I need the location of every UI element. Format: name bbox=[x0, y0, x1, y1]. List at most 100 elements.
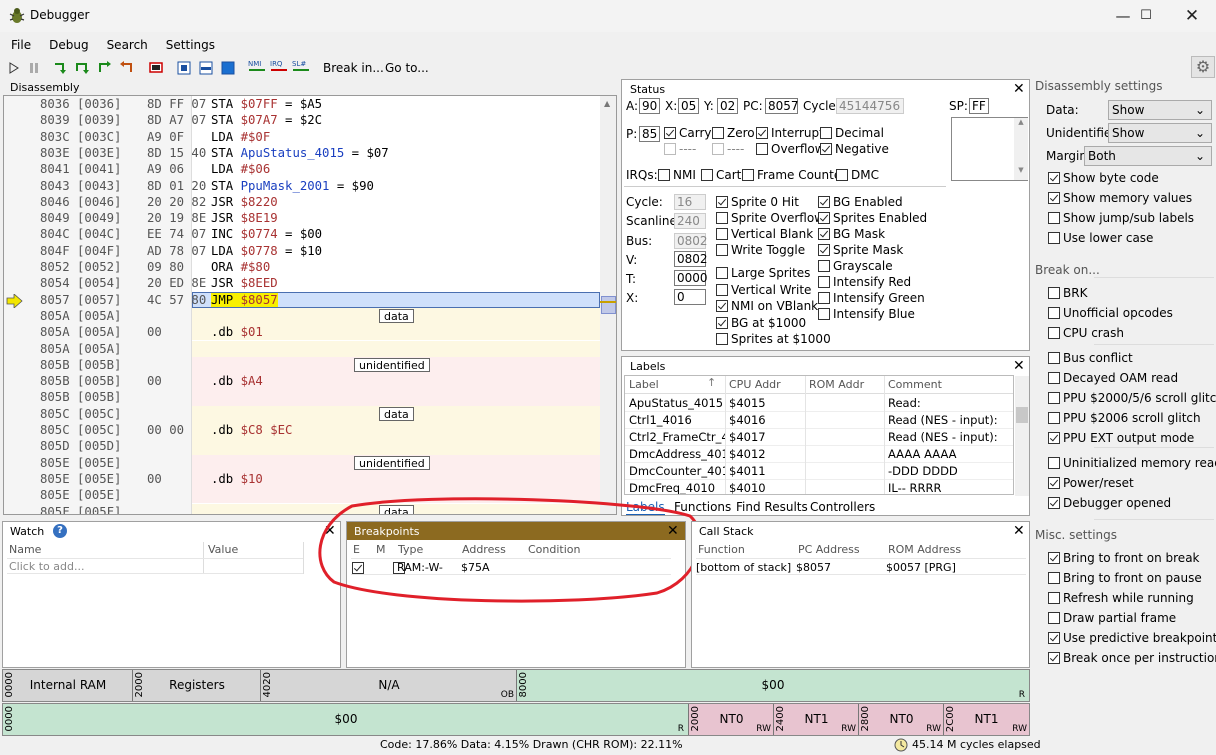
flag-carry[interactable]: Carry bbox=[664, 125, 712, 141]
ppu-flag-option[interactable]: Sprites at $1000 bbox=[716, 331, 831, 347]
disassembly-scroll-thumb[interactable] bbox=[601, 296, 616, 314]
ppu-render-flag-option[interactable]: Sprite Mask bbox=[818, 242, 903, 258]
disassembly-row[interactable]: 805C [005C] 00 00 .db $C8 $EC bbox=[4, 422, 616, 439]
irq-dmc-checkbox[interactable] bbox=[836, 169, 848, 181]
ppu-render-flag-option[interactable]: Intensify Green bbox=[818, 290, 925, 306]
break-setting-option[interactable]: PPU $2000/5/6 scroll glitch bbox=[1048, 390, 1216, 406]
ppu-render-flag-checkbox[interactable] bbox=[818, 308, 830, 320]
disassembly-row[interactable]: 805D [005D] bbox=[4, 438, 616, 455]
break-setting-checkbox[interactable] bbox=[1048, 327, 1060, 339]
break-setting-checkbox[interactable] bbox=[1048, 477, 1060, 489]
bp-col-mark[interactable]: M bbox=[376, 543, 386, 556]
label-row[interactable]: DmcAddress_4012 $4012 AAAA AAAA bbox=[625, 446, 1013, 463]
ppu-render-flag-checkbox[interactable] bbox=[818, 292, 830, 304]
labels-scrollbar[interactable] bbox=[1015, 376, 1029, 496]
misc-setting-option[interactable]: Break once per instruction bbox=[1048, 650, 1216, 666]
flag-carry-checkbox[interactable] bbox=[664, 127, 676, 139]
ppu-flag-option[interactable]: Vertical Blank bbox=[716, 226, 813, 242]
scroll-up-icon[interactable]: ▲ bbox=[604, 99, 610, 108]
run-ppu-frame-icon[interactable] bbox=[148, 60, 164, 76]
disassembly-row[interactable]: 805C [005C] data bbox=[4, 405, 616, 422]
disassembly-scrollbar[interactable]: ▲ bbox=[600, 96, 616, 514]
disasm-setting-checkbox[interactable] bbox=[1048, 192, 1060, 204]
fine-x-field[interactable]: 0 bbox=[674, 289, 706, 305]
flag-zero-checkbox[interactable] bbox=[712, 127, 724, 139]
misc-setting-option[interactable]: Refresh while running bbox=[1048, 590, 1194, 606]
ppu-flag-checkbox[interactable] bbox=[716, 283, 728, 296]
maximize-button[interactable]: ☐ bbox=[1123, 0, 1169, 32]
irq-cart-checkbox[interactable] bbox=[701, 169, 713, 181]
label-row[interactable]: Ctrl1_4016 $4016 Read (NES - input): bbox=[625, 412, 1013, 429]
break-setting-option[interactable]: Debugger opened bbox=[1048, 495, 1171, 511]
break-scanline-button[interactable]: SL# bbox=[292, 60, 306, 68]
disassembly-row[interactable]: 805E [005E] unidentified bbox=[4, 454, 616, 471]
ppu-flag-option[interactable]: Vertical Write bbox=[716, 282, 811, 298]
ppu-render-flag-option[interactable]: BG Enabled bbox=[818, 194, 903, 210]
close-button[interactable]: ✕ bbox=[1169, 0, 1215, 32]
ppu-flag-checkbox[interactable] bbox=[716, 244, 728, 256]
disassembly-row[interactable]: 8049 [0049] 20 19 8E JSR $8E19 bbox=[4, 210, 616, 226]
mem-nt0-a[interactable]: 2000 NT0 RW bbox=[689, 704, 774, 735]
ppu-render-flag-checkbox[interactable] bbox=[818, 276, 830, 288]
misc-setting-checkbox[interactable] bbox=[1048, 612, 1060, 624]
run-frame-icon[interactable] bbox=[220, 60, 236, 76]
cs-col-function[interactable]: Function bbox=[698, 543, 745, 556]
pause-icon[interactable] bbox=[26, 60, 42, 76]
tab-controllers[interactable]: Controllers bbox=[810, 500, 875, 514]
disassembly-row[interactable]: 805E [005E] bbox=[4, 487, 616, 504]
disassembly-row[interactable]: 805A [005A] bbox=[4, 340, 616, 357]
disasm-setting-checkbox[interactable] bbox=[1048, 172, 1060, 184]
tab-functions[interactable]: Functions bbox=[674, 500, 731, 514]
break-setting-option[interactable]: PPU $2006 scroll glitch bbox=[1048, 410, 1201, 426]
ppu-flag-option[interactable]: Sprite Overflow bbox=[716, 210, 824, 226]
disassembly-row[interactable]: 805F [005F] data bbox=[4, 503, 616, 514]
break-nmi-button[interactable]: NMI bbox=[248, 60, 261, 68]
watch-close-icon[interactable]: ✕ bbox=[324, 524, 336, 538]
break-setting-checkbox[interactable] bbox=[1048, 287, 1060, 299]
break-setting-option[interactable]: PPU EXT output mode bbox=[1048, 430, 1194, 446]
disassembly-row[interactable]: 8043 [0043] 8D 01 20 STA PpuMask_2001 = $9… bbox=[4, 178, 616, 194]
help-icon[interactable]: ? bbox=[53, 524, 67, 538]
mem-registers[interactable]: 2000 Registers bbox=[133, 670, 261, 701]
ppu-render-flag-option[interactable]: BG Mask bbox=[818, 226, 885, 242]
misc-setting-checkbox[interactable] bbox=[1048, 572, 1060, 584]
ppu-flag-checkbox[interactable] bbox=[716, 196, 728, 208]
labels-col-label[interactable]: Label bbox=[629, 378, 659, 391]
breakpoint-row[interactable]: RAM:-W- $75A bbox=[351, 558, 671, 575]
margin-select[interactable]: Both ⌄ bbox=[1084, 146, 1212, 166]
ppu-flag-option[interactable]: Write Toggle bbox=[716, 242, 805, 258]
ppu-flag-checkbox[interactable] bbox=[716, 212, 728, 224]
disasm-setting-option[interactable]: Show byte code bbox=[1048, 170, 1159, 186]
labels-col-cpu-addr[interactable]: CPU Addr bbox=[729, 378, 781, 391]
bp-col-type[interactable]: Type bbox=[398, 543, 423, 556]
break-setting-option[interactable]: Decayed OAM read bbox=[1048, 370, 1178, 386]
labels-col-rom-addr[interactable]: ROM Addr bbox=[809, 378, 864, 391]
sp-field[interactable]: FF bbox=[969, 98, 989, 114]
goto-button[interactable]: Go to... bbox=[385, 60, 429, 76]
step-out-icon[interactable] bbox=[96, 60, 112, 76]
p-register-field[interactable]: 85 bbox=[639, 126, 660, 142]
disassembly-row[interactable]: 8041 [0041] A9 06 LDA #$06 bbox=[4, 161, 616, 177]
irq-cart[interactable]: Cart bbox=[701, 167, 741, 183]
flag-zero[interactable]: Zero bbox=[712, 125, 755, 141]
flag-overflow-checkbox[interactable] bbox=[756, 143, 768, 155]
ppu-memory-map[interactable]: 0000 $00 R 2000 NT0 RW 2400 NT1 RW 2800 … bbox=[2, 703, 1030, 736]
disassembly-row[interactable]: 803E [003E] 8D 15 40 STA ApuStatus_4015 = … bbox=[4, 145, 616, 161]
menu-debug[interactable]: Debug bbox=[38, 36, 95, 54]
disassembly-row[interactable]: 804F [004F] AD 78 07 LDA $0778 = $10 bbox=[4, 243, 616, 259]
bp-col-address[interactable]: Address bbox=[462, 543, 506, 556]
disassembly-row[interactable]: 804C [004C] EE 74 07 INC $0774 = $00 bbox=[4, 226, 616, 242]
bp-enabled-checkbox[interactable] bbox=[352, 562, 364, 574]
ppu-render-flag-option[interactable]: Sprites Enabled bbox=[818, 210, 927, 226]
break-setting-checkbox[interactable] bbox=[1048, 457, 1060, 469]
misc-setting-option[interactable]: Use predictive breakpoints bbox=[1048, 630, 1216, 646]
menu-settings[interactable]: Settings bbox=[155, 36, 222, 54]
gear-icon[interactable]: ⚙ bbox=[1191, 56, 1215, 78]
menu-file[interactable]: File bbox=[0, 36, 38, 54]
disassembly-row[interactable]: 803C [003C] A9 0F LDA #$0F bbox=[4, 129, 616, 145]
ppu-render-flag-checkbox[interactable] bbox=[818, 212, 830, 224]
step-back-icon[interactable] bbox=[118, 60, 134, 76]
break-setting-checkbox[interactable] bbox=[1048, 497, 1060, 509]
flag-decimal-checkbox[interactable] bbox=[820, 127, 832, 139]
disassembly-row[interactable]: 8054 [0054] 20 ED 8E JSR $8EED bbox=[4, 275, 616, 291]
